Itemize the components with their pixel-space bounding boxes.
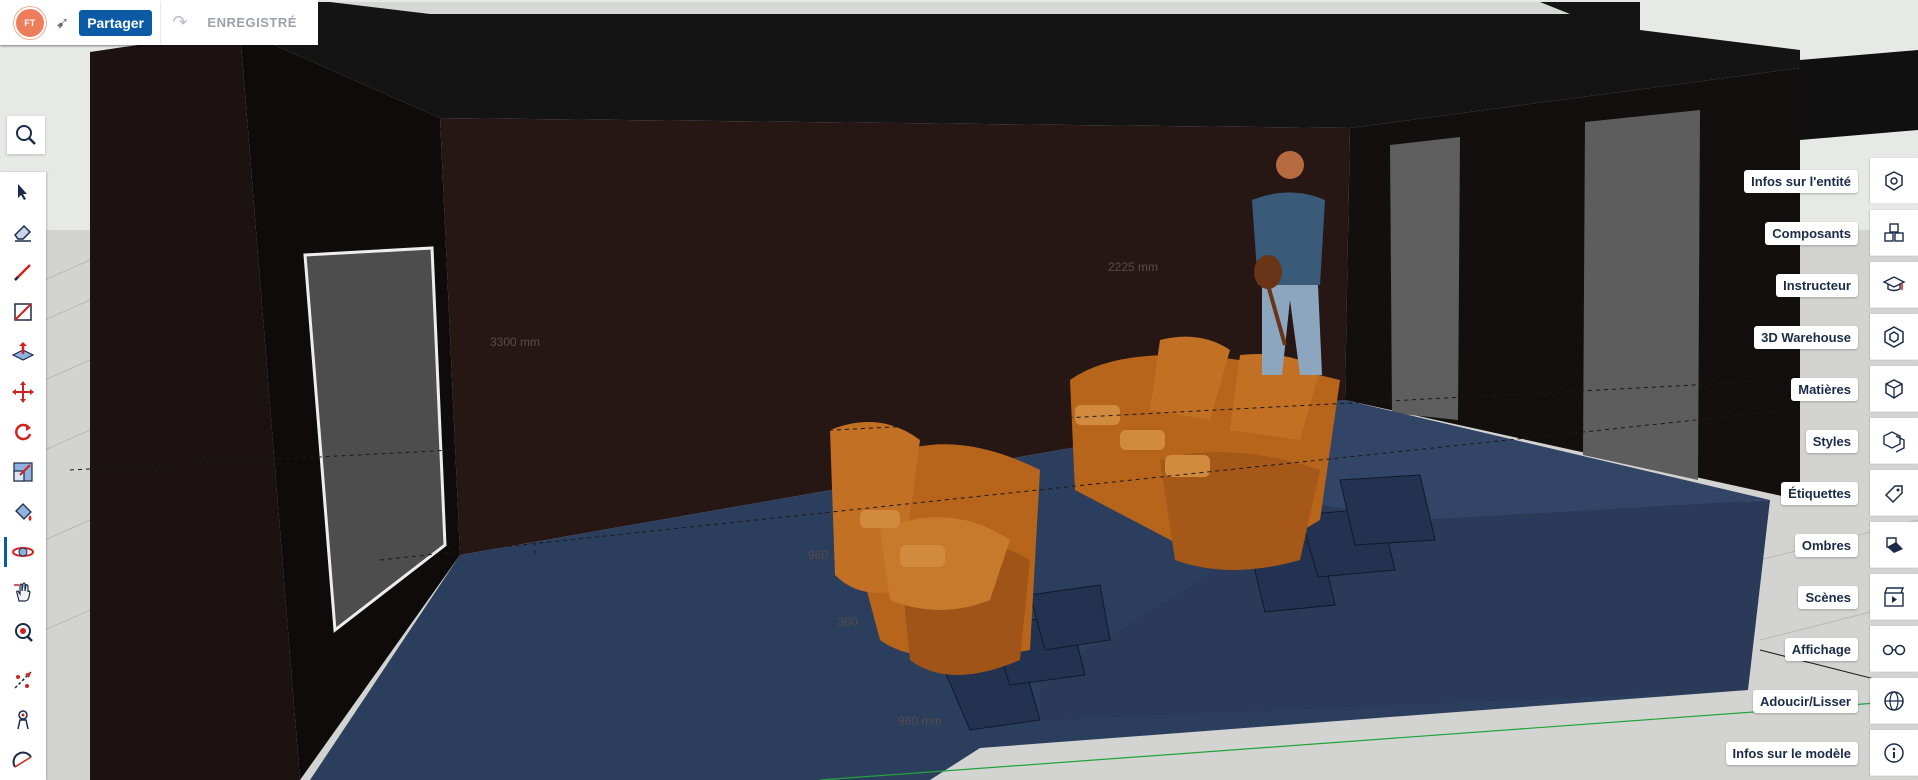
panel-label[interactable]: Adoucir/Lisser [1752,689,1858,713]
panel-label[interactable]: Infos sur l'entité [1744,169,1858,193]
dimension-wall-height: 3300 mm [490,335,541,349]
panel-label[interactable]: Scènes [1798,585,1858,609]
zoom-extents-tool[interactable] [0,614,46,650]
components-icon[interactable] [1870,210,1918,256]
globe-icon[interactable] [1870,678,1918,724]
arrow-cursor-icon [18,184,27,200]
tape-measure-icon [14,671,32,689]
right-door-2 [1583,110,1700,480]
dimension-step-b: 300 [838,615,859,629]
share-button[interactable]: Partager [79,9,152,36]
walk-icon [17,710,29,730]
panel-model-info[interactable]: Infos sur le modèle [1725,730,1918,776]
walk-tool[interactable] [0,702,46,738]
panel-instructor[interactable]: Instructeur [1776,262,1918,308]
model-viewport[interactable] [0,0,1918,780]
glasses-icon[interactable] [1870,626,1918,672]
tape-measure-tool[interactable] [0,662,46,698]
panel-tags[interactable]: Étiquettes [1781,470,1918,516]
styles-icon[interactable] [1870,418,1918,464]
rectangle-tool[interactable] [0,294,46,330]
left-toolbar [0,172,46,780]
avatar[interactable]: FT [13,6,46,39]
panel-label[interactable]: Instructeur [1776,273,1858,297]
panel-soften-smooth[interactable]: Adoucir/Lisser [1752,678,1918,724]
panel-label[interactable]: Composants [1765,221,1858,245]
eraser-tool[interactable] [0,214,46,250]
tags-icon[interactable] [1870,470,1918,516]
zoom-extents-icon [15,623,33,642]
right-door-1 [1390,137,1460,420]
panel-label[interactable]: 3D Warehouse [1754,325,1858,349]
pencil-icon [14,264,31,281]
scale-icon [13,462,33,482]
panel-materials[interactable]: Matières [1791,366,1918,412]
orbit-icon [12,547,34,557]
orbit-tool[interactable] [0,534,46,570]
shadows-icon[interactable] [1870,522,1918,568]
panel-shadows[interactable]: Ombres [1794,522,1918,568]
rectangle-icon [14,303,32,321]
paint-bucket-icon [15,503,32,521]
panel-scenes[interactable]: Scènes [1798,574,1918,620]
push-pull-tool[interactable] [0,334,46,370]
hand-icon [14,582,31,602]
save-status: ENREGISTRÉ [207,15,297,30]
rotate-tool[interactable] [0,414,46,450]
select-tool[interactable] [0,174,46,210]
move-tool[interactable] [0,374,46,410]
send-icon[interactable]: ➹ [56,13,69,33]
panel-components[interactable]: Composants [1765,210,1918,256]
panel-label[interactable]: Infos sur le modèle [1725,741,1858,765]
scale-tool[interactable] [0,454,46,490]
move-arrows-icon [12,381,34,403]
info-icon[interactable] [1870,730,1918,776]
panel-label[interactable]: Étiquettes [1781,481,1858,505]
dimension-step-a: 960 [808,548,829,562]
paint-bucket-tool[interactable] [0,494,46,530]
panel-styles[interactable]: Styles [1805,418,1918,464]
dimension-step-c: 960 mm [898,714,942,728]
instructor-icon[interactable] [1870,262,1918,308]
search-button[interactable] [7,116,45,154]
materials-icon[interactable] [1870,366,1918,412]
panel-label[interactable]: Styles [1805,429,1858,453]
warehouse-icon[interactable] [1870,314,1918,360]
push-pull-icon [11,342,35,361]
panel-label[interactable]: Matières [1791,377,1858,401]
top-right-bar: FT ➹ Partager [0,0,160,45]
protractor-tool[interactable] [0,742,46,778]
panel-label[interactable]: Ombres [1794,533,1858,557]
entity-info-icon[interactable] [1870,158,1918,204]
redo-icon[interactable]: ↷ [172,12,187,33]
pencil-tool[interactable] [0,254,46,290]
panel-display[interactable]: Affichage [1784,626,1918,672]
search-icon [16,125,36,145]
scenes-icon[interactable] [1870,574,1918,620]
dimension-depth: 2225 mm [1108,260,1159,274]
pan-tool[interactable] [0,574,46,610]
protractor-icon [12,751,32,768]
panel-3d-warehouse[interactable]: 3D Warehouse [1754,314,1918,360]
panel-label[interactable]: Affichage [1784,637,1858,661]
rotate-icon [15,423,32,441]
panel-entity-info[interactable]: Infos sur l'entité [1744,158,1918,204]
eraser-icon [14,224,32,242]
